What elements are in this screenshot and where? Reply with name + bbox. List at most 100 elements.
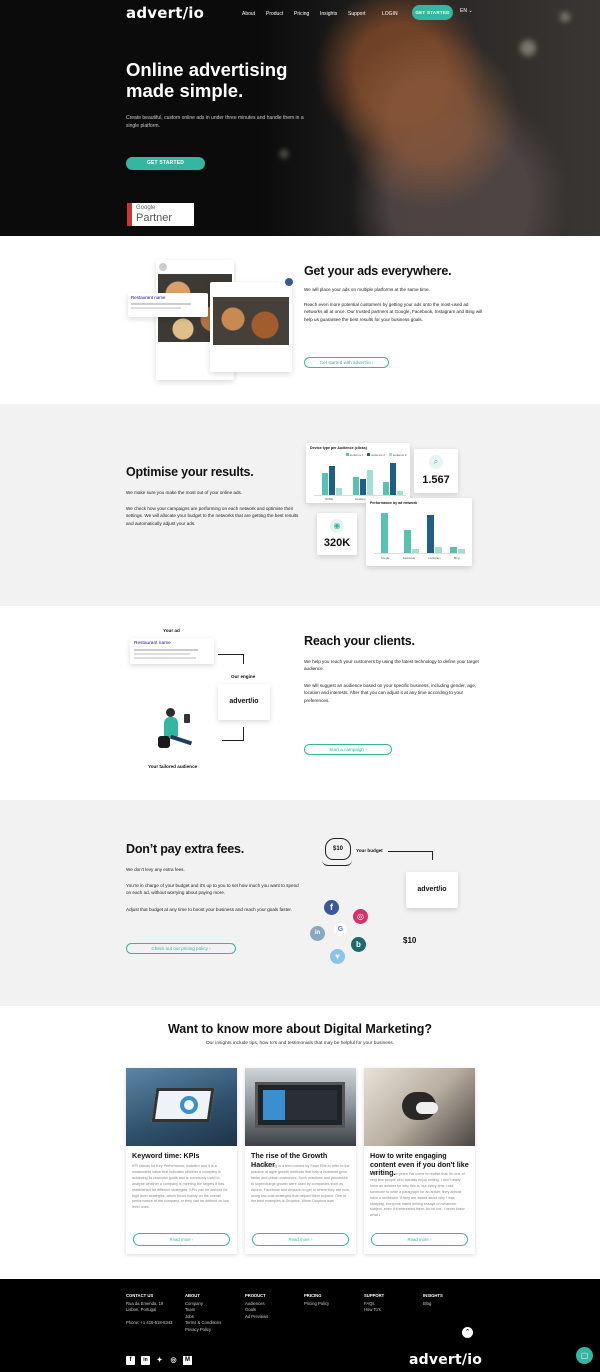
nav-product[interactable]: Product xyxy=(266,11,283,17)
everywhere-cta-button[interactable]: Get started with advert/io › xyxy=(304,357,389,368)
money-bag-icon: $10 xyxy=(325,838,351,860)
post-image xyxy=(126,1068,237,1146)
post-excerpt: KPI stands for Key Performance Indicator… xyxy=(132,1164,229,1210)
nav-get-started-button[interactable]: GET STARTED xyxy=(412,5,453,20)
network-chart-bar xyxy=(427,515,434,553)
nav-about[interactable]: About xyxy=(242,11,255,17)
nav-login[interactable]: LOGIN xyxy=(382,11,398,17)
network-chart-card: Performance by ad network Google Faceboo… xyxy=(366,498,472,566)
blog-post-card[interactable]: Keyword time: KPIs KPI stands for Key Pe… xyxy=(126,1068,237,1254)
facebook-icon xyxy=(285,278,293,286)
fees-cta-button[interactable]: Check out our pricing policy › xyxy=(126,943,236,954)
nav-support[interactable]: Support xyxy=(348,11,366,17)
blog-post-card[interactable]: The rise of the Growth Hacker Growth Hac… xyxy=(245,1068,356,1254)
twitter-icon[interactable]: ✦ xyxy=(155,1356,164,1365)
google-ad-mockup: Restaurant name xyxy=(128,293,208,317)
instagram-icon[interactable]: ◎ xyxy=(169,1356,178,1365)
fees-amount: $10 xyxy=(403,936,417,945)
reach-ad-restaurant: Restaurant name xyxy=(134,641,171,646)
food-image-2 xyxy=(213,297,289,345)
click-icon: ⌕ xyxy=(429,455,443,469)
reach-cta-button[interactable]: Start a campaign › xyxy=(304,744,392,755)
label-tailored-audience: Your tailored audience xyxy=(148,764,198,769)
nav-insights[interactable]: Insights xyxy=(320,11,337,17)
reach-title: Reach your clients. xyxy=(304,634,415,648)
chat-bubble-icon[interactable]: ▢ xyxy=(576,1347,593,1364)
brand-logo[interactable]: advert/io xyxy=(126,4,204,22)
chevron-down-icon: ⌄ xyxy=(468,8,473,14)
footer-link[interactable]: How To's xyxy=(364,1307,422,1313)
network-chart-plot xyxy=(374,512,466,554)
nav-pricing[interactable]: Pricing xyxy=(294,11,309,17)
xlabel-desktop: Desktop xyxy=(355,497,366,501)
post-image xyxy=(245,1068,356,1146)
reach-section: Your ad Restaurant name Our engine adver… xyxy=(0,606,600,800)
hero-get-started-button[interactable]: GET STARTED xyxy=(126,157,205,170)
footer-link[interactable]: Pricing Policy xyxy=(304,1301,362,1307)
google-partner-badge: Google Partner xyxy=(127,203,194,226)
xlabel-mobile: Mobile xyxy=(325,497,334,501)
facebook-icon[interactable]: f xyxy=(126,1356,135,1365)
xlabel-bing: Bing xyxy=(453,556,460,560)
xlabel-google: Google xyxy=(380,556,390,560)
device-chart-title: Device type per Audience (clicks) xyxy=(310,446,367,450)
device-chart-bar xyxy=(322,473,328,495)
google-icon: G xyxy=(334,923,347,936)
xlabel-instagram: Instagram xyxy=(428,556,441,560)
label-our-engine: Our engine xyxy=(231,674,256,679)
optimise-p1: We make sure you make the most out of yo… xyxy=(126,490,243,495)
read-more-button[interactable]: Read more › xyxy=(252,1233,349,1246)
partner-google-text: Google xyxy=(136,205,156,211)
clicks-value: 1.567 xyxy=(422,474,450,486)
language-selector[interactable]: EN ⌄ xyxy=(460,8,473,14)
footer-link: Phone: +1 415-518-5343 xyxy=(126,1319,173,1325)
device-chart-bar xyxy=(366,469,373,495)
post-excerpt: Over the last few years I've come to rea… xyxy=(370,1172,465,1218)
footer-logo[interactable]: advert/io xyxy=(409,1352,482,1368)
clicks-metric-card: ⌕ 1.567 xyxy=(414,449,458,493)
views-metric-card: ◉ 320K xyxy=(317,513,357,555)
reach-ad-card: Restaurant name xyxy=(130,638,214,664)
optimise-title: Optimise your results. xyxy=(126,465,254,479)
post-excerpt: Growth Hacking is a term coined by Sean … xyxy=(251,1164,350,1204)
fees-section: Don’t pay extra fees. We don't levy any … xyxy=(0,800,600,1006)
partner-label: Partner xyxy=(136,212,173,224)
footer-column: PRODUCT Audiences Goals Ad Previews xyxy=(245,1293,303,1320)
legend-audience-3: audience 3 xyxy=(392,453,407,457)
footer-heading: CONTACT US xyxy=(126,1293,154,1298)
post-title[interactable]: Keyword time: KPIs xyxy=(132,1151,232,1161)
scroll-to-top-button[interactable]: ⌃ xyxy=(462,1327,473,1338)
footer-link[interactable]: Blog xyxy=(423,1301,481,1307)
fees-p1: We don't levy any extra fees. xyxy=(126,867,185,872)
device-chart-bar xyxy=(336,487,342,495)
footer-column: INSIGHTS Blog xyxy=(423,1293,481,1307)
linkedin-icon[interactable]: in xyxy=(141,1356,150,1365)
bing-icon: b xyxy=(351,937,366,952)
device-chart-legend: audience 1 audience 2 audience 3 xyxy=(346,453,406,457)
views-value: 320K xyxy=(323,537,351,549)
footer-link[interactable]: Ad Previews xyxy=(245,1314,303,1320)
person-illustration xyxy=(158,708,200,760)
footer-link[interactable]: Privacy Policy xyxy=(185,1327,243,1333)
fees-p3: Adjust that budget at any time to boost … xyxy=(126,907,292,912)
device-type-chart-card: Device type per Audience (clicks) audien… xyxy=(306,443,410,503)
everywhere-title: Get your ads everywhere. xyxy=(304,264,452,278)
insights-subtitle: Our insights include tips, how to's and … xyxy=(205,1041,395,1046)
footer-column: ABOUT Company Team Jobs Terms & Conditions Pr… xyxy=(185,1293,243,1333)
label-your-ad: Your ad xyxy=(163,628,180,633)
label-your-budget: Your budget xyxy=(356,848,383,853)
twitter-icon: ♥ xyxy=(330,949,345,964)
read-more-button[interactable]: Read more › xyxy=(371,1233,468,1246)
reach-p1: We help you reach your customers by usin… xyxy=(304,659,479,672)
read-more-button[interactable]: Read more › xyxy=(133,1233,230,1246)
footer-column: PRICING Pricing Policy xyxy=(304,1293,362,1307)
blog-post-card[interactable]: How to write engaging content even if yo… xyxy=(364,1068,475,1254)
everywhere-p1: We will place your ads on multiple platf… xyxy=(304,287,430,292)
network-chart-bar xyxy=(412,548,419,553)
medium-icon[interactable]: M xyxy=(183,1356,192,1365)
xlabel-facebook: Facebook xyxy=(402,556,416,560)
network-chart-title: Performance by ad network xyxy=(370,501,418,505)
network-chart-bar xyxy=(404,529,411,553)
device-chart-bar xyxy=(383,482,390,495)
fees-p2: You're in charge of your budget and it's… xyxy=(126,883,299,896)
